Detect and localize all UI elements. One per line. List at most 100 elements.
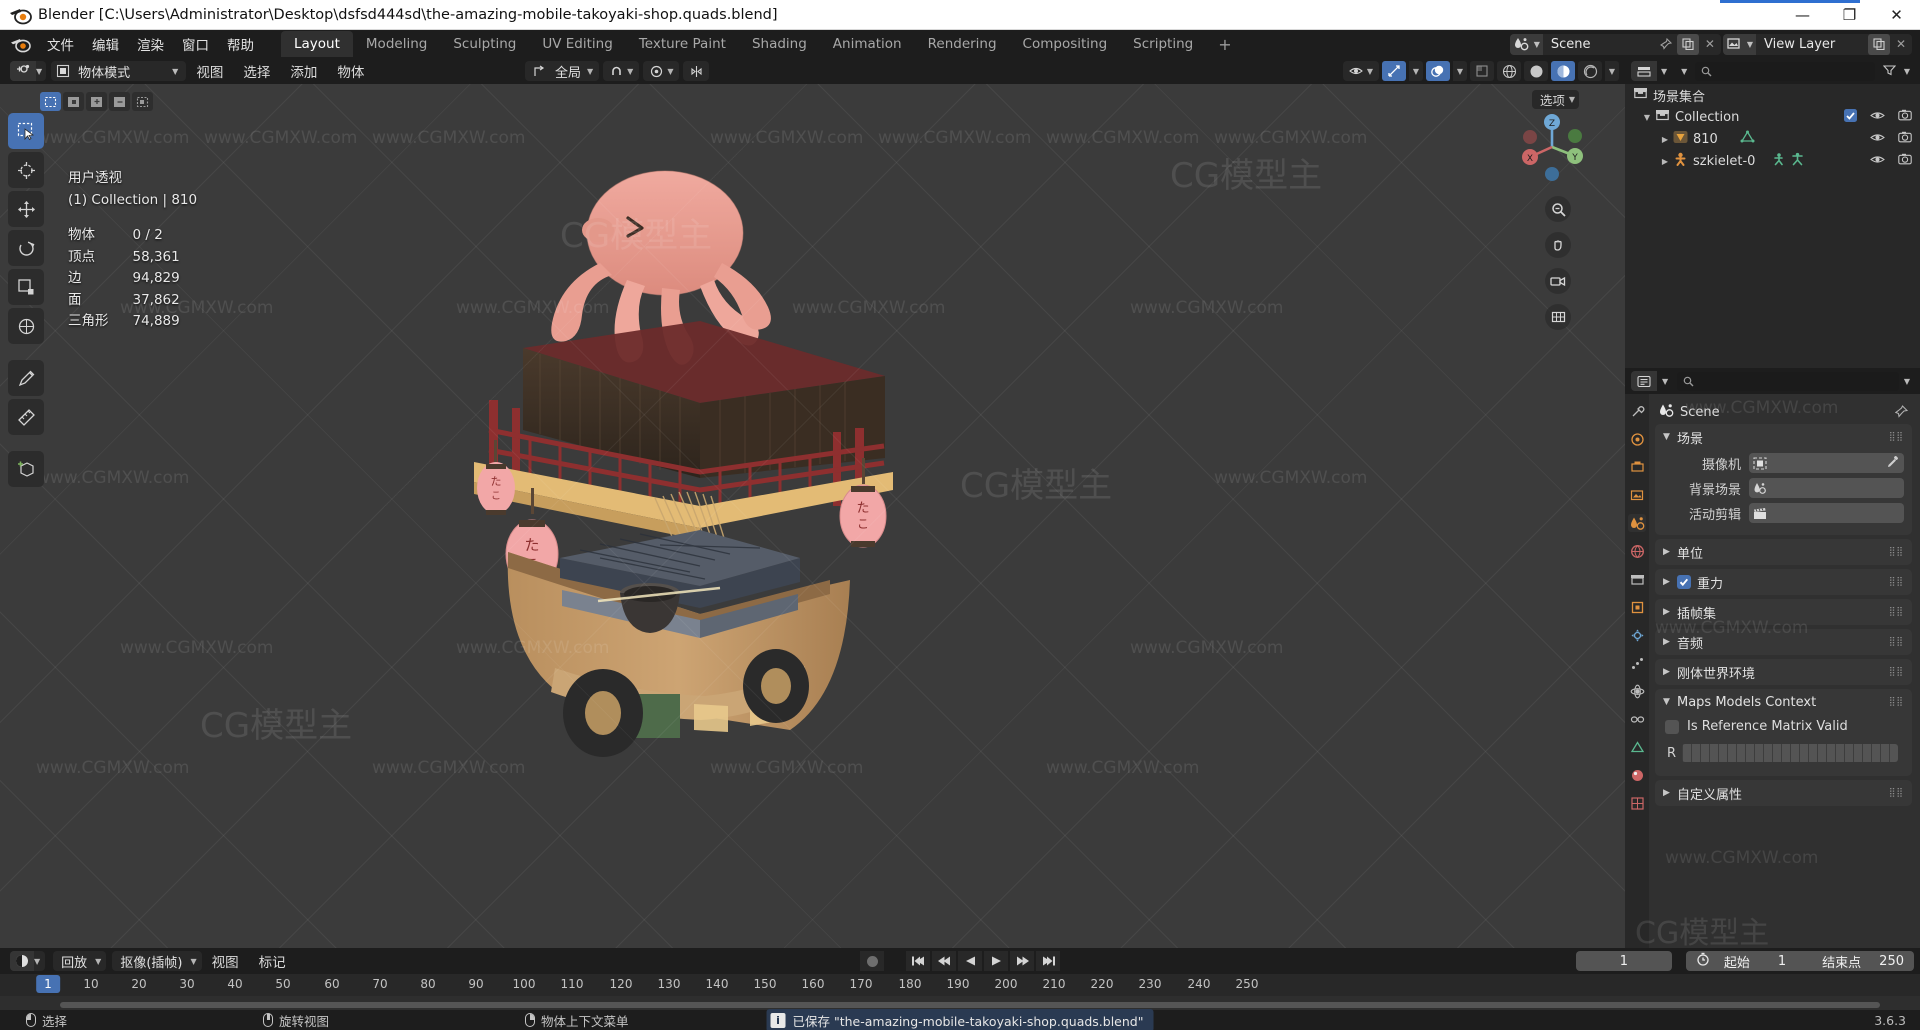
outliner-search-input[interactable] xyxy=(1695,61,1875,81)
mesh-data-icon[interactable] xyxy=(1740,130,1755,148)
field-camera[interactable]: 摄像机 xyxy=(1663,452,1904,474)
viewlayer-chevron-down-icon[interactable]: ▼ xyxy=(1746,33,1756,55)
menu-render[interactable]: 渲染 xyxy=(128,31,173,57)
panel-keying-sets-header[interactable]: ▶ 插帧集 ⣿⣿ xyxy=(1655,599,1912,625)
toggle-orthographic-icon[interactable] xyxy=(1545,304,1571,330)
tool-cursor[interactable] xyxy=(8,152,44,188)
select-extend-icon[interactable] xyxy=(86,92,107,111)
pin-properties-icon[interactable] xyxy=(1894,403,1912,422)
tab-animation[interactable]: Animation xyxy=(820,31,915,57)
panel-rigid-body-world-chevron-right-icon[interactable]: ▶ xyxy=(1663,667,1677,677)
panel-custom-properties-drag-handle[interactable]: ⣿⣿ xyxy=(1889,789,1904,798)
play-reverse-button[interactable] xyxy=(958,951,982,971)
outliner-filter-icon[interactable] xyxy=(1879,64,1900,78)
properties-editor[interactable]: ▼ ▼ Scene ▼ 场景 ⣿⣿ 摄像机 背景场景 活动剪辑 ▶ 单位 ⣿⣿ … xyxy=(1625,368,1920,951)
camera-view-icon[interactable] xyxy=(1545,268,1571,294)
hide-in-viewport-eye-icon[interactable] xyxy=(1870,132,1885,147)
frame-range-fields[interactable]: 起始 1 结束点 250 xyxy=(1685,951,1914,971)
orientation-chevron-down-icon[interactable]: ▼ xyxy=(587,67,597,76)
shading-wireframe-icon[interactable] xyxy=(1497,61,1521,81)
outliner-item-collection[interactable]: ▼ Collection xyxy=(1625,106,1920,128)
tool-annotate[interactable] xyxy=(8,360,44,396)
editor-type-chevron-down-icon[interactable]: ▼ xyxy=(36,67,46,76)
magnet-icon[interactable] xyxy=(605,61,627,81)
panel-gravity-chevron-right-icon[interactable]: ▶ xyxy=(1663,577,1677,587)
properties-editor-type-icon[interactable] xyxy=(1631,371,1657,391)
tool-select-box[interactable] xyxy=(8,113,44,149)
current-frame-field[interactable]: 1 xyxy=(1575,951,1672,971)
armature-disclosure-triangle-icon[interactable]: ▶ xyxy=(1657,157,1673,166)
panel-keying-sets-chevron-right-icon[interactable]: ▶ xyxy=(1663,607,1677,617)
scene-icon[interactable] xyxy=(1509,33,1534,55)
outliner-display-chevron-down-icon[interactable]: ▼ xyxy=(1681,67,1691,76)
properties-editor-chevron-down-icon[interactable]: ▼ xyxy=(1662,377,1672,386)
panel-maps-models-context-header[interactable]: ▼ Maps Models Context ⣿⣿ xyxy=(1655,689,1912,715)
tool-transform[interactable] xyxy=(8,308,44,344)
shading-chevron-down-icon[interactable]: ▼ xyxy=(1605,61,1619,81)
panel-maps-models-context[interactable]: ▼ Maps Models Context ⣿⣿ Is Reference Ma… xyxy=(1655,689,1912,776)
zoom-view-icon[interactable] xyxy=(1545,196,1571,222)
view-layer-icon[interactable] xyxy=(1722,33,1747,55)
jump-to-start-button[interactable] xyxy=(906,951,930,971)
is-reference-matrix-valid-row[interactable]: Is Reference Matrix Valid xyxy=(1663,717,1904,740)
menu-help[interactable]: 帮助 xyxy=(218,31,263,57)
panel-keying-sets[interactable]: ▶ 插帧集 ⣿⣿ xyxy=(1655,599,1912,625)
delete-viewlayer-icon[interactable]: ✕ xyxy=(1890,34,1912,55)
field-active-clip[interactable]: 活动剪辑 xyxy=(1663,502,1904,524)
keying-popover[interactable]: 抠像(插帧) ▼ xyxy=(112,951,202,971)
properties-options-chevron-down-icon[interactable]: ▼ xyxy=(1904,377,1914,386)
jump-to-end-button[interactable] xyxy=(1036,951,1060,971)
panel-audio-chevron-right-icon[interactable]: ▶ xyxy=(1663,637,1677,647)
scene-chevron-down-icon[interactable]: ▼ xyxy=(1533,33,1543,55)
shading-material-preview-icon[interactable] xyxy=(1551,61,1575,81)
tab-scene-icon[interactable] xyxy=(1628,514,1646,532)
panel-scene-header[interactable]: ▼ 场景 ⣿⣿ xyxy=(1655,424,1912,450)
hide-in-viewport-eye-icon[interactable] xyxy=(1870,154,1885,169)
timeline-menu-marker[interactable]: 标记 xyxy=(249,948,296,974)
delete-scene-icon[interactable]: ✕ xyxy=(1699,34,1721,55)
timeline-horizontal-scrollbar[interactable] xyxy=(60,1002,1880,1008)
is-reference-matrix-valid-checkbox[interactable] xyxy=(1665,719,1679,734)
minimize-button[interactable]: — xyxy=(1779,0,1826,30)
tab-object-icon[interactable] xyxy=(1628,598,1646,616)
pose-data-icon[interactable] xyxy=(1771,152,1786,170)
tab-modifiers-icon[interactable] xyxy=(1628,626,1646,644)
tab-object-data-icon[interactable] xyxy=(1628,738,1646,756)
panel-maps-models-context-drag-handle[interactable]: ⣿⣿ xyxy=(1889,698,1904,707)
interaction-mode-selector[interactable]: 物体模式 ▼ xyxy=(51,61,187,81)
viewport-menu-object[interactable]: 物体 xyxy=(327,58,374,84)
add-workspace-button[interactable]: + xyxy=(1206,35,1243,54)
panel-units[interactable]: ▶ 单位 ⣿⣿ xyxy=(1655,539,1912,565)
tab-world-icon[interactable] xyxy=(1628,542,1646,560)
field-camera-control[interactable] xyxy=(1749,453,1904,473)
outliner-scene-collection-row[interactable]: 场景集合 xyxy=(1625,84,1920,106)
tool-add-cube[interactable] xyxy=(8,451,44,487)
keying-chevron-down-icon[interactable]: ▼ xyxy=(190,957,201,966)
snap-toggle[interactable]: ▼ xyxy=(603,61,640,81)
blender-menu-icon[interactable] xyxy=(10,34,32,54)
properties-search-input[interactable] xyxy=(1677,371,1899,391)
tab-texture-icon[interactable] xyxy=(1628,794,1646,812)
options-chevron-down-icon[interactable]: ▼ xyxy=(1569,95,1575,104)
panel-gravity-drag-handle[interactable]: ⣿⣿ xyxy=(1889,578,1904,587)
end-frame-value[interactable]: 250 xyxy=(1879,954,1904,969)
playback-chevron-down-icon[interactable]: ▼ xyxy=(95,957,106,966)
visibility-chevron-down-icon[interactable]: ▼ xyxy=(1367,67,1377,76)
maximize-button[interactable]: ❐ xyxy=(1826,0,1873,30)
collection-disclosure-triangle-icon[interactable]: ▼ xyxy=(1639,113,1655,122)
panel-audio[interactable]: ▶ 音频 ⣿⣿ xyxy=(1655,629,1912,655)
menu-file[interactable]: 文件 xyxy=(38,31,83,57)
transform-orientation-selector[interactable]: 全局 ▼ xyxy=(525,61,600,81)
panel-custom-properties-header[interactable]: ▶ 自定义属性 ⣿⣿ xyxy=(1655,780,1912,806)
gravity-checkbox[interactable] xyxy=(1677,575,1691,589)
tab-sculpting[interactable]: Sculpting xyxy=(440,31,529,57)
tab-tool-icon[interactable] xyxy=(1628,402,1646,420)
scene-name[interactable]: Scene xyxy=(1543,34,1655,55)
panel-keying-sets-drag-handle[interactable]: ⣿⣿ xyxy=(1889,608,1904,617)
reference-matrix-row[interactable]: R xyxy=(1663,740,1904,768)
panel-maps-models-context-chevron-down-icon[interactable]: ▼ xyxy=(1663,697,1677,707)
field-background-scene-control[interactable] xyxy=(1749,478,1904,498)
tab-output-icon[interactable] xyxy=(1628,458,1646,476)
tab-constraints-icon[interactable] xyxy=(1628,710,1646,728)
shading-rendered-icon[interactable] xyxy=(1578,61,1602,81)
